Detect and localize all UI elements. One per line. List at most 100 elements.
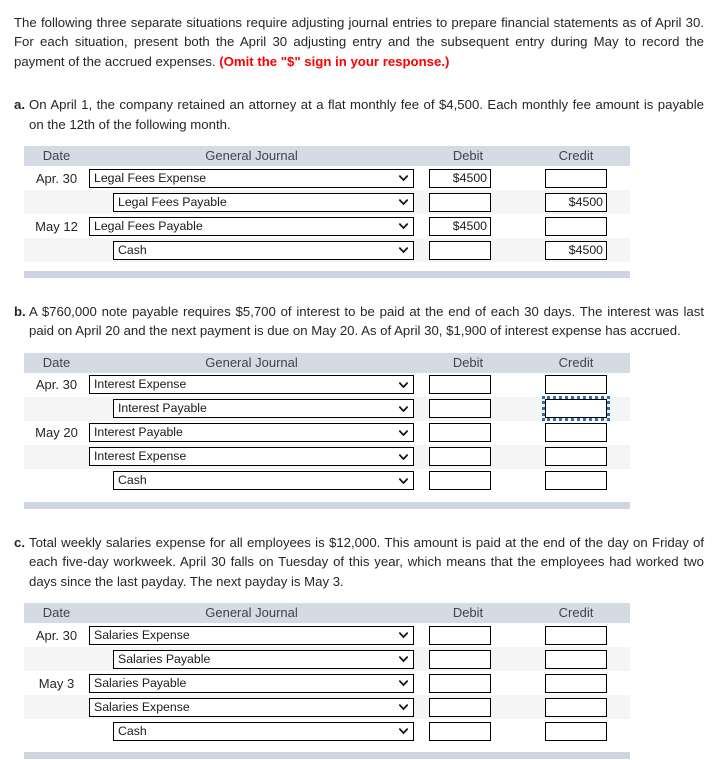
account-select[interactable]: Interest Expense — [89, 375, 414, 395]
debit-input[interactable] — [429, 649, 491, 669]
credit-cell — [522, 469, 630, 493]
debit-input[interactable] — [429, 192, 491, 212]
account-select[interactable]: Interest Payable — [89, 423, 414, 443]
journal-table-c: Date General Journal Debit Credit Apr. 30 Sal… — [24, 603, 630, 744]
column-header-date: Date — [24, 603, 89, 624]
column-header-credit: Credit — [522, 352, 630, 373]
chevron-down-icon — [399, 380, 408, 389]
account-select[interactable]: Salaries Expense — [89, 697, 414, 717]
debit-field-wrap: $4500 — [414, 168, 522, 188]
entry-date-cell: May 20 — [35, 425, 78, 441]
debit-input[interactable] — [429, 673, 491, 693]
debit-field-wrap: $4500 — [414, 216, 522, 236]
entry-date-cell: Apr. 30 — [35, 627, 78, 643]
credit-input[interactable] — [545, 649, 607, 669]
situation-letter: b. — [14, 304, 26, 320]
entry-date-cell — [24, 397, 89, 421]
column-header-credit: Credit — [522, 146, 630, 167]
chevron-down-icon — [399, 198, 408, 207]
chevron-down-icon — [399, 246, 408, 255]
account-select[interactable]: Cash — [113, 240, 414, 260]
debit-cell — [414, 190, 522, 214]
debit-cell — [414, 671, 522, 695]
account-cell: Legal Fees Payable — [89, 190, 414, 214]
column-header-date: Date — [24, 352, 89, 373]
debit-field-wrap — [414, 375, 522, 395]
journal-entry-row: Salaries Expense — [24, 695, 630, 720]
account-select[interactable]: Cash — [113, 721, 414, 741]
credit-field-wrap: $4500 — [522, 192, 630, 212]
debit-input[interactable] — [429, 447, 491, 467]
entry-date-cell: May 12 — [35, 218, 78, 234]
credit-field-wrap — [522, 168, 630, 188]
debit-field-wrap — [414, 240, 522, 260]
column-header-debit: Debit — [414, 146, 522, 167]
entry-date-cell — [24, 238, 89, 262]
account-cell: Cash — [89, 238, 414, 262]
debit-field-wrap — [414, 447, 522, 467]
journal-entry-row: Cash — [24, 468, 630, 493]
account-cell: Legal Fees Payable — [89, 214, 414, 238]
account-select-value: Salaries Payable — [94, 675, 187, 690]
credit-input[interactable] — [545, 375, 607, 395]
omit-dollar-note: (Omit the "$" sign in your response.) — [219, 53, 450, 69]
debit-cell — [414, 647, 522, 671]
account-select[interactable]: Cash — [113, 471, 414, 491]
credit-input[interactable] — [545, 447, 607, 467]
chevron-down-icon — [399, 476, 408, 485]
situation-text: A $760,000 note payable requires $5,700 … — [29, 304, 704, 339]
credit-input[interactable] — [542, 396, 610, 422]
account-cell: Salaries Expense — [89, 623, 414, 647]
debit-cell: $4500 — [414, 214, 522, 238]
account-select[interactable]: Legal Fees Expense — [89, 168, 414, 188]
debit-input[interactable]: $4500 — [429, 168, 491, 188]
account-select[interactable]: Salaries Payable — [113, 649, 414, 669]
debit-input[interactable] — [429, 375, 491, 395]
journal-entry-row: Legal Fees Payable $4500 — [24, 190, 630, 215]
credit-input[interactable]: $4500 — [545, 240, 607, 260]
credit-input[interactable] — [545, 697, 607, 717]
debit-input[interactable] — [429, 721, 491, 741]
account-select[interactable]: Legal Fees Payable — [113, 192, 414, 212]
table-footer-bar — [24, 752, 630, 760]
credit-input[interactable] — [545, 625, 607, 645]
credit-input[interactable] — [545, 673, 607, 693]
account-select-value: Salaries Payable — [118, 651, 211, 666]
credit-input[interactable] — [545, 423, 607, 443]
situation-text: On April 1, the company retained an atto… — [29, 97, 704, 132]
credit-cell: $4500 — [522, 238, 630, 262]
account-select[interactable]: Interest Expense — [89, 447, 414, 467]
account-cell: Interest Expense — [89, 373, 414, 397]
account-select-value: Interest Expense — [94, 377, 187, 392]
debit-input[interactable] — [429, 625, 491, 645]
credit-input[interactable] — [545, 216, 607, 236]
account-select[interactable]: Interest Payable — [113, 399, 414, 419]
account-select-value: Salaries Expense — [94, 699, 190, 714]
table-footer-bar — [24, 271, 630, 279]
credit-field-wrap — [522, 625, 630, 645]
debit-input[interactable] — [429, 240, 491, 260]
table-header-row: Date General Journal Debit Credit — [24, 603, 630, 624]
journal-entry-row: Salaries Payable — [24, 647, 630, 672]
debit-input[interactable]: $4500 — [429, 216, 491, 236]
credit-field-wrap — [522, 673, 630, 693]
column-header-general-journal: General Journal — [89, 603, 414, 624]
account-select[interactable]: Legal Fees Payable — [89, 216, 414, 236]
credit-input[interactable]: $4500 — [545, 192, 607, 212]
column-header-general-journal: General Journal — [89, 352, 414, 373]
situations-container: a. On April 1, the company retained an at… — [0, 95, 720, 760]
journal-entry-row: Apr. 30 Legal Fees Expense $4500 — [24, 166, 630, 191]
debit-input[interactable] — [429, 423, 491, 443]
debit-input[interactable] — [429, 471, 491, 491]
credit-cell — [522, 445, 630, 469]
account-select[interactable]: Salaries Expense — [89, 625, 414, 645]
account-select[interactable]: Salaries Payable — [89, 673, 414, 693]
debit-input[interactable] — [429, 399, 491, 419]
credit-cell — [522, 719, 630, 743]
debit-input[interactable] — [429, 697, 491, 717]
debit-cell — [414, 421, 522, 445]
credit-input[interactable] — [545, 168, 607, 188]
credit-field-wrap — [522, 721, 630, 741]
credit-input[interactable] — [545, 471, 607, 491]
credit-input[interactable] — [545, 721, 607, 741]
